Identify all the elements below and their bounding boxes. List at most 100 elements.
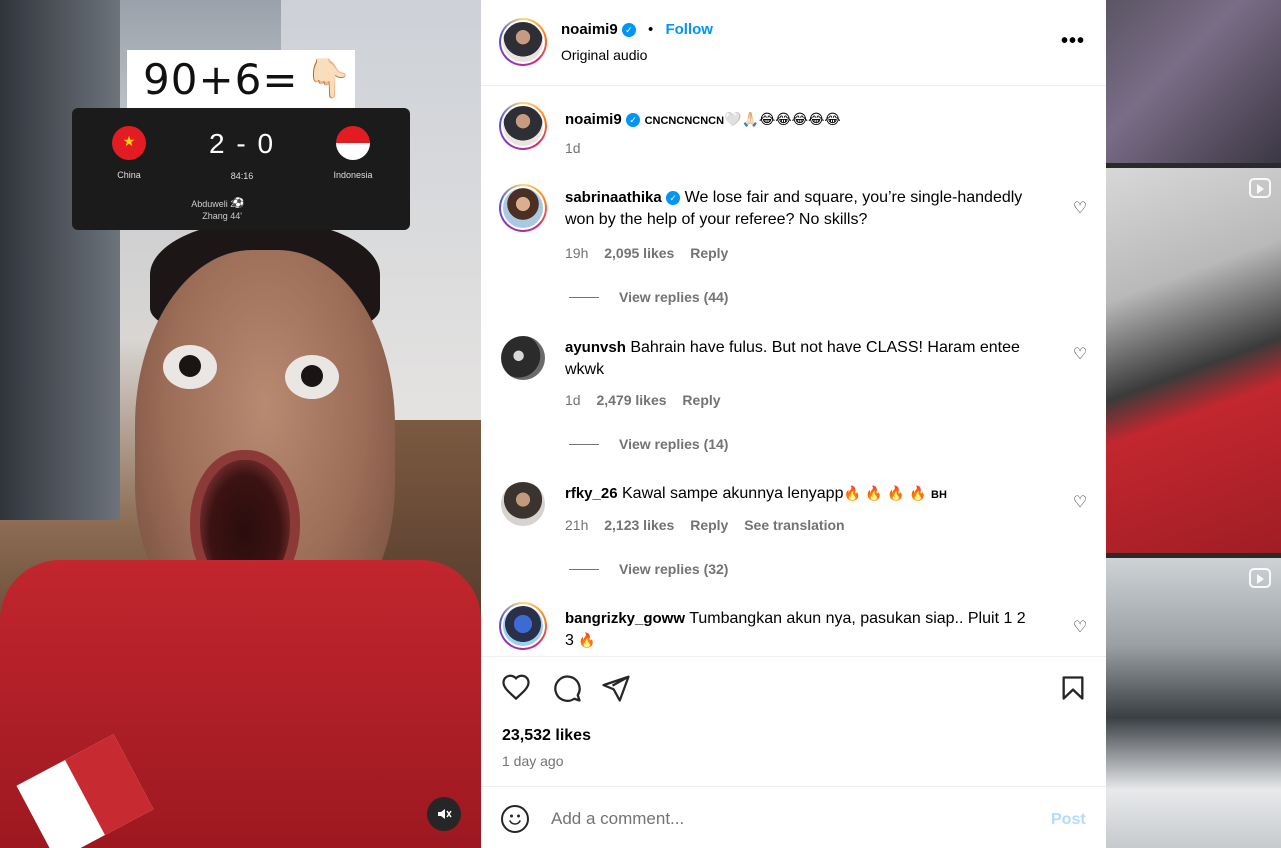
comment-body: bangrizky_goww Tumbangkan akun nya, pasu… <box>565 608 1035 652</box>
comment-suffix: BH <box>931 489 947 501</box>
emoji-button[interactable] <box>501 805 529 833</box>
verified-badge-icon: ✓ <box>666 191 681 205</box>
video-person-eye <box>285 355 339 399</box>
save-button[interactable] <box>1058 673 1088 703</box>
author-avatar[interactable] <box>499 102 547 150</box>
like-comment-icon[interactable]: ♡ <box>1071 617 1089 636</box>
match-score: 2 - 0 <box>208 128 276 159</box>
view-replies-label: View replies (14) <box>619 436 729 452</box>
verified-badge-icon: ✓ <box>621 23 636 37</box>
reply-button[interactable]: Reply <box>682 392 720 408</box>
view-replies-label: View replies (44) <box>619 289 729 305</box>
like-comment-icon[interactable]: ♡ <box>1071 344 1089 363</box>
comment-text: Bahrain have fulus. But not have CLASS! … <box>565 339 1020 378</box>
replies-divider <box>569 569 599 570</box>
bookmark-icon <box>1062 676 1084 700</box>
separator-dot: • <box>648 21 654 38</box>
fire-emoji: 🔥 <box>578 633 596 649</box>
comment-body: sabrinaathika ✓ We lose fair and square,… <box>565 187 1035 231</box>
see-translation-button[interactable]: See translation <box>744 517 844 533</box>
video-person-eye <box>163 345 217 389</box>
reel-viewer: 90+6= 👇🏻 ★ China 2 - 0 84:16 Indonesia A… <box>0 0 1281 848</box>
soccer-ball-icon: ⚽ <box>232 198 245 209</box>
comment-text: Kawal sampe akunnya lenyapp <box>622 485 844 502</box>
post-comment-button[interactable]: Post <box>1051 811 1086 829</box>
home-team: ★ China <box>99 126 159 180</box>
commenter-avatar[interactable] <box>499 184 547 232</box>
comment-item: bangrizky_goww Tumbangkan akun nya, pasu… <box>481 598 1106 656</box>
commenter-username[interactable]: bangrizky_goww <box>565 610 685 627</box>
post-panel: noaimi9 ✓ • Follow Original audio ••• no… <box>481 0 1106 848</box>
caption-text: CNCNCNCNCN <box>644 115 725 127</box>
commenter-avatar[interactable] <box>501 482 545 526</box>
related-reel-thumbnail[interactable] <box>1106 0 1281 163</box>
comment-meta: 19h 2,095 likes Reply <box>565 245 740 261</box>
like-comment-icon[interactable]: ♡ <box>1071 198 1089 217</box>
share-button[interactable] <box>601 673 631 703</box>
mute-button[interactable] <box>427 797 461 831</box>
comment-button[interactable] <box>552 673 582 703</box>
post-caption: noaimi9 ✓ CNCNCNCNCN🤍🙏🏻😂😂😂😂😂 1d <box>481 86 1106 172</box>
video-background-window <box>0 0 120 520</box>
caption-meta: 1d <box>565 140 593 156</box>
caption-time[interactable]: 1d <box>565 140 581 156</box>
related-reel-thumbnail[interactable] <box>1106 168 1281 553</box>
like-button[interactable] <box>501 673 531 703</box>
comment-item: ayunvsh Bahrain have fulus. But not have… <box>481 326 1106 466</box>
goal-scorer: Abduweli 21' <box>191 199 242 209</box>
comment-time[interactable]: 1d <box>565 392 581 408</box>
comment-time[interactable]: 21h <box>565 517 588 533</box>
comment-likes[interactable]: 2,479 likes <box>596 392 666 408</box>
more-options-button[interactable]: ••• <box>1058 30 1088 54</box>
commenter-username[interactable]: rfky_26 <box>565 485 618 502</box>
comment-item: sabrinaathika ✓ We lose fair and square,… <box>481 176 1106 316</box>
reels-icon <box>1249 568 1271 588</box>
comment-body: rfky_26 Kawal sampe akunnya lenyapp🔥 🔥 🔥… <box>565 483 1035 506</box>
commenter-avatar[interactable] <box>501 336 545 380</box>
post-timestamp[interactable]: 1 day ago <box>502 753 564 769</box>
match-clock: 84:16 <box>230 171 254 181</box>
comment-time[interactable]: 19h <box>565 245 588 261</box>
add-comment-bar: Post <box>481 786 1106 848</box>
author-username[interactable]: noaimi9 <box>561 21 618 38</box>
view-replies-button[interactable]: View replies (14) <box>569 436 728 452</box>
audio-label[interactable]: Original audio <box>561 47 647 63</box>
pointing-down-icon: 👇🏻 <box>304 58 352 100</box>
caption-username[interactable]: noaimi9 <box>565 111 622 128</box>
reel-video[interactable]: 90+6= 👇🏻 ★ China 2 - 0 84:16 Indonesia A… <box>0 0 481 848</box>
indonesia-flag-icon <box>336 126 370 160</box>
video-text-overlay: 90+6= 👇🏻 <box>127 50 355 108</box>
comment-body: ayunvsh Bahrain have fulus. But not have… <box>565 337 1035 381</box>
heart-icon <box>502 674 530 701</box>
commenter-avatar[interactable] <box>499 602 547 650</box>
post-actions: 23,532 likes 1 day ago <box>481 656 1106 786</box>
related-reel-thumbnail[interactable] <box>1106 558 1281 848</box>
reels-icon <box>1249 178 1271 198</box>
author-avatar[interactable] <box>499 18 547 66</box>
caption-emojis: 🤍🙏🏻😂😂😂😂😂 <box>724 112 841 128</box>
caption-body: noaimi9 ✓ CNCNCNCNCN🤍🙏🏻😂😂😂😂😂 <box>565 109 1035 132</box>
comment-input[interactable] <box>551 803 1031 835</box>
comment-likes[interactable]: 2,123 likes <box>604 517 674 533</box>
comment-meta: 21h 2,123 likes Reply See translation <box>565 517 857 533</box>
speaker-muted-icon <box>438 809 452 819</box>
follow-button[interactable]: Follow <box>665 21 713 38</box>
like-comment-icon[interactable]: ♡ <box>1071 492 1089 511</box>
reply-button[interactable]: Reply <box>690 517 728 533</box>
view-replies-button[interactable]: View replies (44) <box>569 289 728 305</box>
home-team-name: China <box>117 170 141 180</box>
commenter-username[interactable]: sabrinaathika <box>565 189 662 206</box>
reply-button[interactable]: Reply <box>690 245 728 261</box>
replies-divider <box>569 297 599 298</box>
verified-badge-icon: ✓ <box>626 113 641 127</box>
post-header: noaimi9 ✓ • Follow Original audio ••• <box>481 0 1106 86</box>
comments-list: noaimi9 ✓ CNCNCNCNCN🤍🙏🏻😂😂😂😂😂 1d sabrinaa… <box>481 86 1106 656</box>
goal-scorer: Zhang 44' <box>202 211 242 221</box>
comment-likes[interactable]: 2,095 likes <box>604 245 674 261</box>
view-replies-button[interactable]: View replies (32) <box>569 561 728 577</box>
comment-icon <box>554 675 581 702</box>
post-likes-count[interactable]: 23,532 likes <box>502 727 591 745</box>
away-team-name: Indonesia <box>333 170 373 180</box>
share-icon <box>602 675 630 702</box>
commenter-username[interactable]: ayunvsh <box>565 339 626 356</box>
